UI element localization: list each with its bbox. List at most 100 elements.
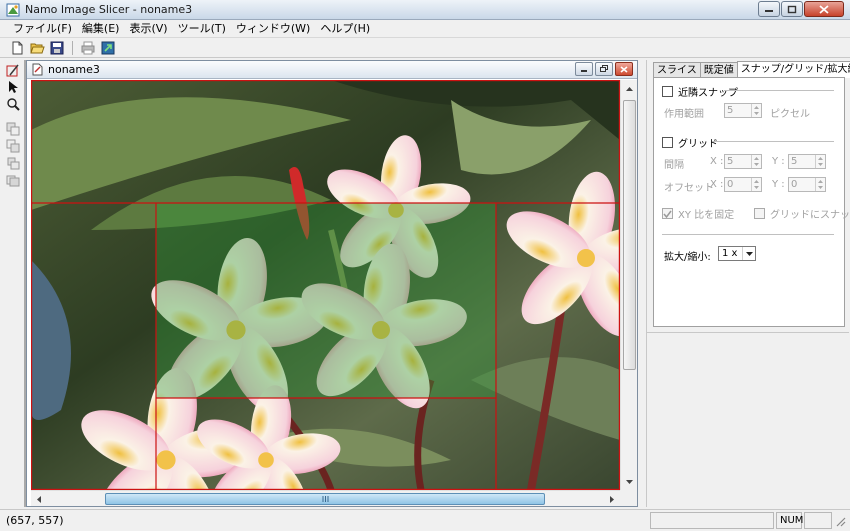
tab-slice[interactable]: スライス: [653, 62, 701, 78]
cursor-coordinates: (657, 557): [6, 514, 64, 527]
scroll-up-button[interactable]: [621, 80, 638, 97]
maximize-button[interactable]: [781, 1, 803, 17]
interval-y-value: 5: [791, 156, 798, 167]
interval-y-label: Y :: [772, 156, 785, 167]
horizontal-scrollbar[interactable]: [31, 490, 620, 506]
group-divider: [712, 141, 834, 142]
scroll-right-button[interactable]: [604, 491, 620, 507]
new-file-button[interactable]: [8, 39, 26, 57]
menu-file[interactable]: ファイル(F): [8, 20, 77, 38]
offset-row: オフセット: [664, 179, 714, 194]
document-title-bar: noname3: [27, 61, 637, 79]
spin-down-icon[interactable]: [752, 111, 761, 118]
chevron-down-icon: [745, 251, 753, 256]
bring-front-tool[interactable]: [4, 121, 22, 136]
range-unit-row: ピクセル: [770, 105, 810, 120]
offset-x-label: X :: [710, 179, 724, 190]
zoom-select[interactable]: 1 x: [718, 246, 756, 261]
section-divider: [662, 234, 834, 235]
status-cell-blank: [804, 512, 832, 529]
image-canvas[interactable]: [31, 80, 620, 490]
spin-down-icon[interactable]: [752, 185, 761, 192]
zoom-tool[interactable]: [4, 96, 22, 111]
scroll-down-button[interactable]: [621, 473, 638, 490]
snap-label: 近隣スナップ: [678, 88, 738, 99]
menu-tools[interactable]: ツール(T): [173, 20, 231, 38]
tool-strip: [4, 62, 22, 502]
offset-x-spinner[interactable]: 0: [724, 177, 762, 192]
interval-y-spinner[interactable]: 5: [788, 154, 826, 169]
spin-down-icon[interactable]: [816, 162, 825, 169]
grid-snap-row: グリッドにスナップ: [754, 206, 850, 221]
bring-forward-tool[interactable]: [4, 138, 22, 153]
minimize-button[interactable]: [758, 1, 780, 17]
title-bar: Namo Image Slicer - noname3: [0, 0, 850, 20]
interval-x-value: 5: [727, 156, 734, 167]
arrow-left-icon: [37, 495, 41, 503]
menu-edit[interactable]: 編集(E): [77, 20, 125, 38]
xy-lock-label: XY 比を固定: [678, 210, 735, 221]
spin-down-icon[interactable]: [752, 162, 761, 169]
grid-checkbox[interactable]: [662, 137, 673, 148]
horizontal-scroll-thumb[interactable]: [105, 493, 545, 505]
menu-bar: ファイル(F) 編集(E) 表示(V) ツール(T) ウィンドウ(W) ヘルプ(…: [0, 20, 850, 38]
doc-minimize-button[interactable]: [575, 62, 593, 76]
range-label: 作用範囲: [664, 109, 704, 120]
offset-y-spinner[interactable]: 0: [788, 177, 826, 192]
minimize-icon: [581, 69, 587, 72]
zoom-tool-icon: [7, 97, 20, 111]
doc-restore-button[interactable]: [595, 62, 613, 76]
offset-x-value: 0: [727, 179, 734, 190]
resize-grip-icon[interactable]: [834, 515, 846, 527]
snap-checkbox[interactable]: [662, 86, 673, 97]
export-icon: [101, 41, 115, 54]
vertical-scrollbar[interactable]: [620, 80, 637, 490]
range-unit: ピクセル: [770, 109, 810, 120]
grid-snap-checkbox[interactable]: [754, 208, 765, 219]
send-back-tool[interactable]: [4, 172, 22, 187]
arrow-up-icon: [626, 86, 633, 91]
print-button[interactable]: [79, 39, 97, 57]
vertical-scroll-thumb[interactable]: [623, 100, 636, 370]
menu-help[interactable]: ヘルプ(H): [315, 20, 375, 38]
scroll-left-button[interactable]: [31, 491, 47, 507]
window-title: Namo Image Slicer - noname3: [25, 3, 193, 16]
restore-icon: [599, 65, 608, 72]
menu-window[interactable]: ウィンドウ(W): [231, 20, 315, 38]
offset-y-value: 0: [791, 179, 798, 190]
document-window: noname3: [26, 60, 638, 507]
export-button[interactable]: [99, 39, 117, 57]
range-spinner[interactable]: 5: [724, 103, 762, 118]
interval-y-row: Y :: [772, 156, 785, 167]
interval-x-label: X :: [710, 156, 724, 167]
close-button[interactable]: [804, 1, 844, 17]
dropdown-button[interactable]: [742, 247, 755, 260]
close-icon: [819, 4, 829, 14]
spin-down-icon[interactable]: [816, 185, 825, 192]
status-bar: (657, 557) NUM: [0, 509, 850, 531]
open-button[interactable]: [28, 39, 46, 57]
selected-slice[interactable]: [156, 203, 496, 398]
save-button[interactable]: [48, 39, 66, 57]
interval-x-spinner[interactable]: 5: [724, 154, 762, 169]
work-area: noname3 スライス 既定値 スナップ/グリッド/拡大 近隣スナップ 作用範…: [0, 58, 850, 509]
grid-label: グリッド: [678, 139, 718, 150]
group-divider: [724, 90, 834, 91]
offset-label: オフセット: [664, 183, 714, 194]
document-icon: [32, 63, 43, 76]
close-icon: [620, 65, 628, 73]
minimize-icon: [765, 10, 773, 12]
xy-lock-checkbox[interactable]: [662, 208, 673, 219]
toolbar-separator: [72, 40, 73, 55]
slice-tool[interactable]: [4, 62, 22, 77]
document-name: noname3: [48, 63, 100, 76]
pointer-tool[interactable]: [4, 79, 22, 94]
tab-snap-grid-zoom[interactable]: スナップ/グリッド/拡大縮小: [736, 61, 850, 78]
menu-view[interactable]: 表示(V): [124, 20, 172, 38]
doc-close-button[interactable]: [615, 62, 633, 76]
range-row: 作用範囲: [664, 105, 704, 120]
tab-defaults[interactable]: 既定値: [699, 62, 738, 78]
send-backward-tool[interactable]: [4, 155, 22, 170]
offset-x-row: X :: [710, 179, 723, 190]
layer-back-icon: [6, 175, 20, 186]
